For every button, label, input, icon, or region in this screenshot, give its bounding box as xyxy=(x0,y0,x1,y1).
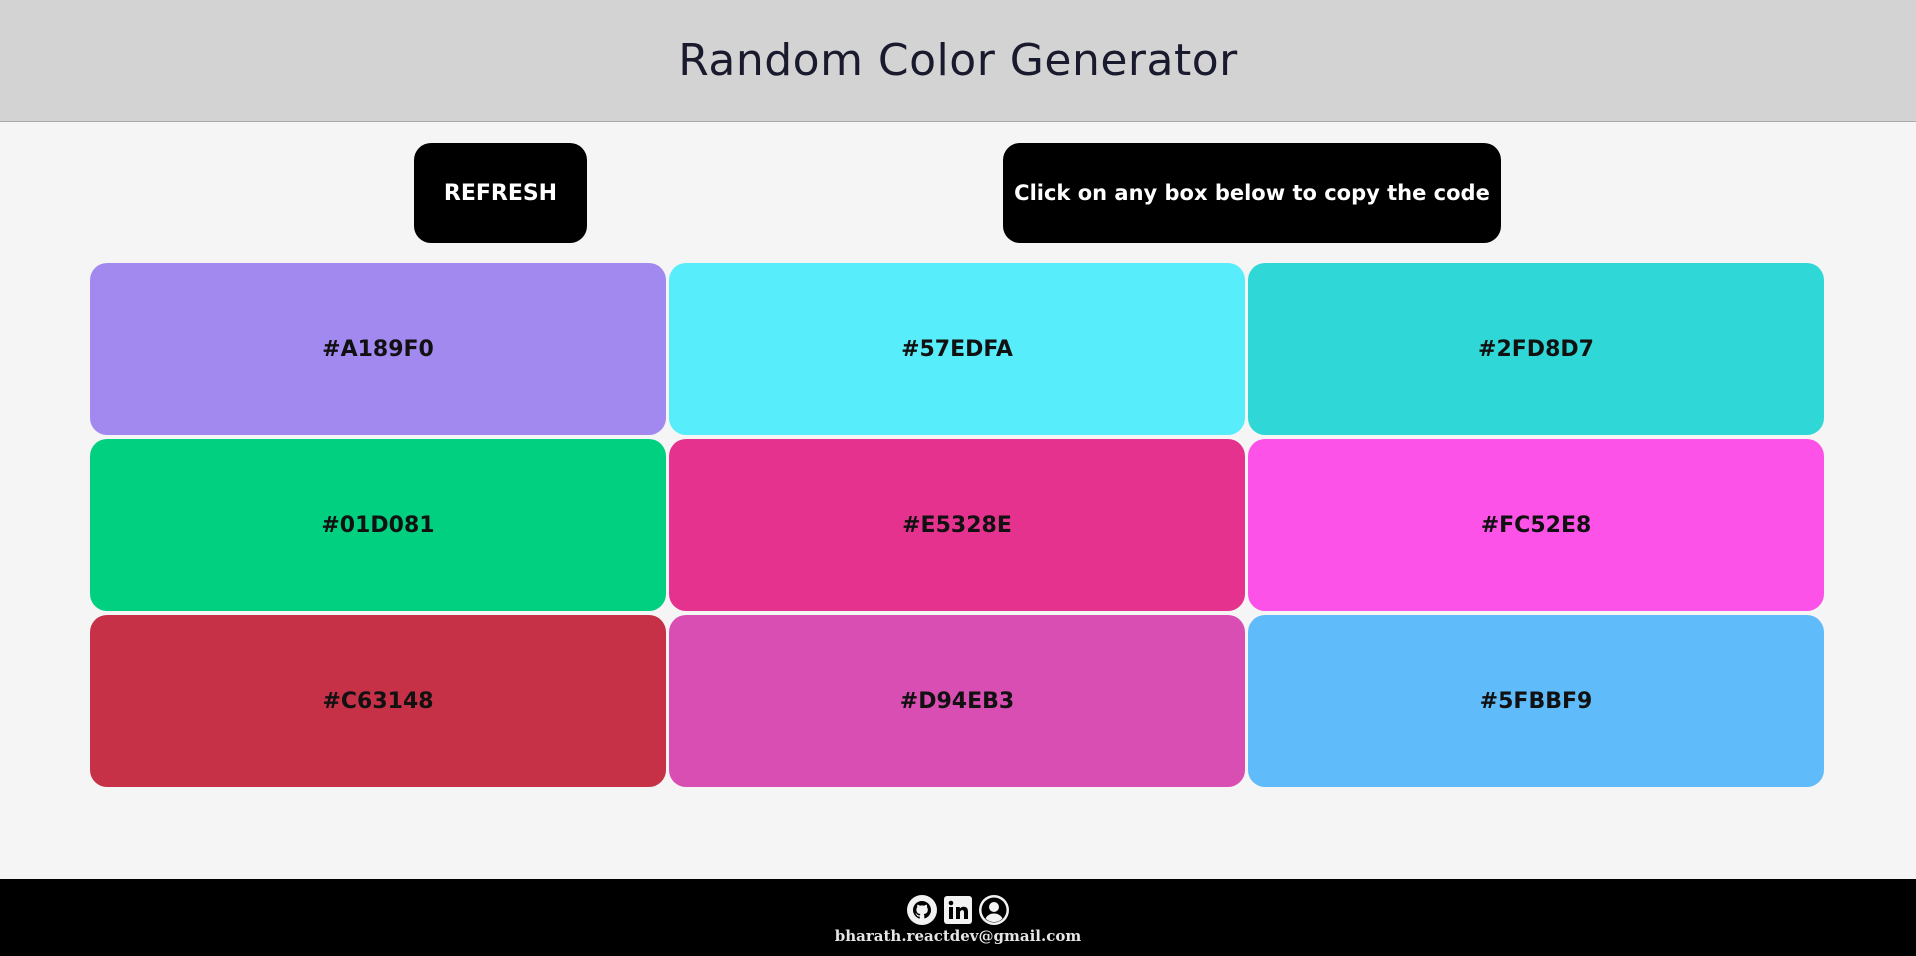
color-swatch[interactable]: #E5328E xyxy=(669,439,1245,611)
color-swatch[interactable]: #FC52E8 xyxy=(1248,439,1824,611)
page-title: Random Color Generator xyxy=(678,35,1238,86)
app-header: Random Color Generator xyxy=(0,0,1916,122)
color-swatch[interactable]: #A189F0 xyxy=(90,263,666,435)
page-footer: bharath.reactdev@gmail.com xyxy=(0,879,1916,956)
copy-hint-button[interactable]: Click on any box below to copy the code xyxy=(1003,143,1501,243)
github-icon[interactable] xyxy=(906,894,938,926)
color-code-label: #E5328E xyxy=(902,512,1012,538)
refresh-button[interactable]: REFRESH xyxy=(414,143,587,243)
color-code-label: #D94EB3 xyxy=(899,688,1015,714)
color-swatch[interactable]: #01D081 xyxy=(90,439,666,611)
color-code-label: #C63148 xyxy=(322,688,434,714)
profile-icon[interactable] xyxy=(978,894,1010,926)
social-links xyxy=(906,894,1010,926)
color-code-label: #2FD8D7 xyxy=(1478,336,1594,362)
contact-email[interactable]: bharath.reactdev@gmail.com xyxy=(835,927,1081,945)
color-swatch[interactable]: #C63148 xyxy=(90,615,666,787)
color-code-label: #57EDFA xyxy=(901,336,1013,362)
color-swatch[interactable]: #D94EB3 xyxy=(669,615,1245,787)
color-swatch[interactable]: #2FD8D7 xyxy=(1248,263,1824,435)
color-grid: #A189F0 #57EDFA #2FD8D7 #01D081 #E5328E … xyxy=(90,263,1824,787)
linkedin-icon[interactable] xyxy=(942,894,974,926)
color-code-label: #A189F0 xyxy=(322,336,434,362)
color-swatch[interactable]: #57EDFA xyxy=(669,263,1245,435)
color-swatch[interactable]: #5FBBF9 xyxy=(1248,615,1824,787)
color-code-label: #5FBBF9 xyxy=(1479,688,1593,714)
color-code-label: #01D081 xyxy=(321,512,435,538)
color-code-label: #FC52E8 xyxy=(1480,512,1592,538)
